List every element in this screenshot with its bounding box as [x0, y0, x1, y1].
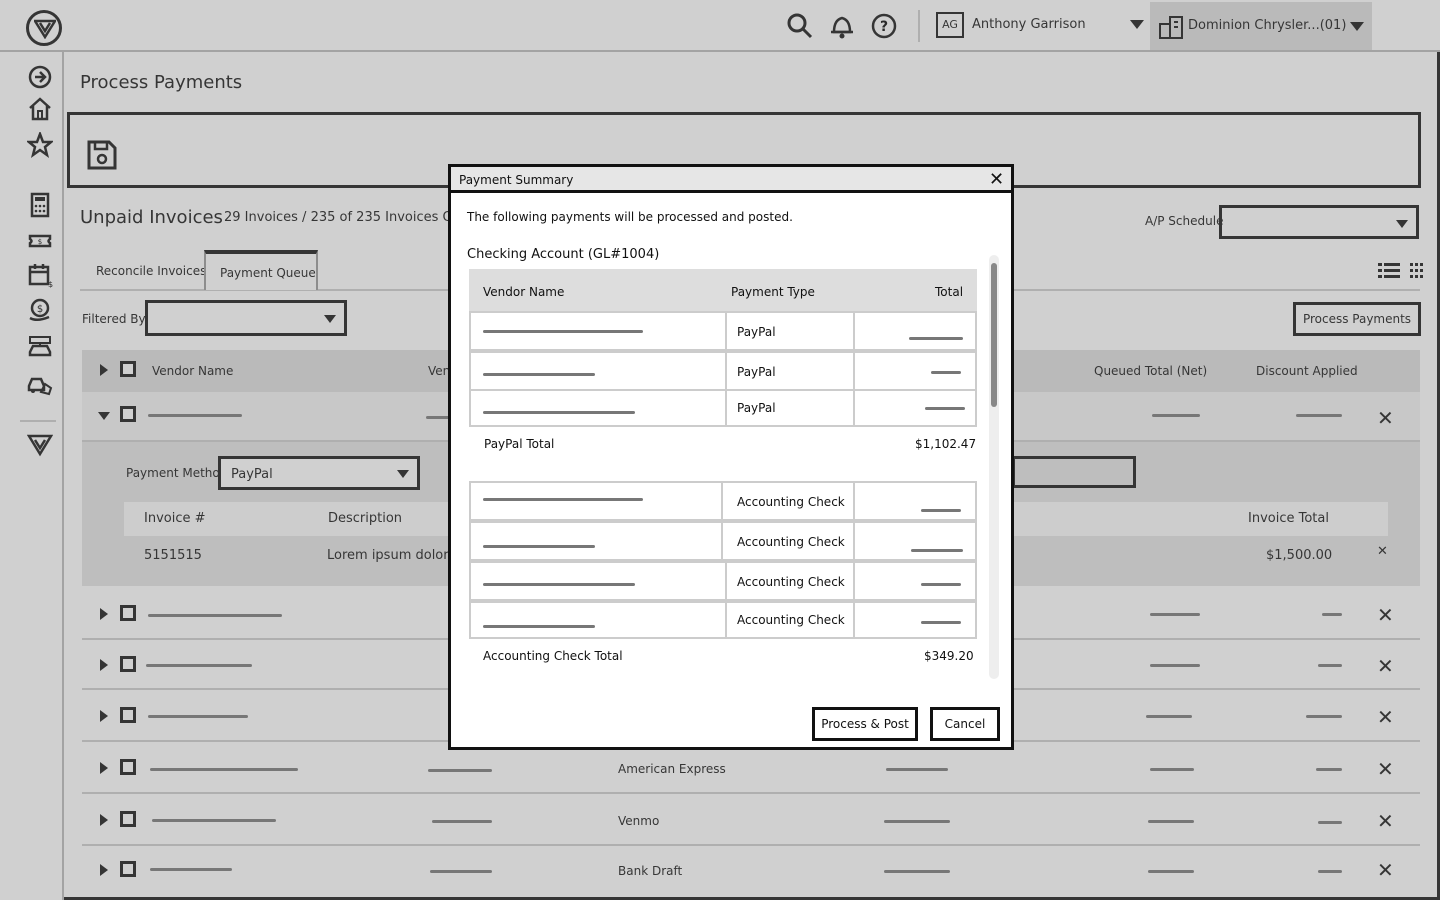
cancel-button[interactable]: Cancel — [930, 707, 1000, 741]
payment-type: Accounting Check — [737, 575, 845, 589]
payment-type: Accounting Check — [737, 535, 845, 549]
payment-row: Accounting Check — [469, 481, 977, 521]
vendor-placeholder — [483, 373, 595, 376]
accounting-check-total-label: Accounting Check Total — [483, 649, 623, 663]
scroll-thumb[interactable] — [991, 263, 997, 407]
dialog-title: Payment Summary — [459, 173, 574, 187]
payment-type: Accounting Check — [737, 613, 845, 627]
amount-placeholder — [921, 509, 961, 512]
close-icon[interactable]: ✕ — [989, 169, 1004, 190]
payment-row: Accounting Check — [469, 601, 977, 639]
vendor-placeholder — [483, 583, 635, 586]
vendor-placeholder — [483, 625, 595, 628]
payment-table-header: Vendor Name Payment Type Total — [469, 269, 977, 311]
amount-placeholder — [909, 337, 963, 340]
col-total: Total — [935, 285, 964, 299]
dialog-header: Payment Summary ✕ — [451, 167, 1011, 193]
payment-type: PayPal — [737, 325, 776, 339]
payment-type: PayPal — [737, 365, 776, 379]
payment-row: Accounting Check — [469, 561, 977, 601]
col-payment-type: Payment Type — [731, 285, 815, 299]
paypal-total-label: PayPal Total — [484, 437, 555, 451]
amount-placeholder — [921, 621, 961, 624]
payment-type: Accounting Check — [737, 495, 845, 509]
paypal-total-value: $1,102.47 — [915, 437, 977, 451]
process-and-post-button[interactable]: Process & Post — [812, 707, 918, 741]
amount-placeholder — [911, 549, 963, 552]
amount-placeholder — [931, 371, 961, 374]
vendor-placeholder — [483, 330, 643, 333]
amount-placeholder — [921, 583, 961, 586]
payment-row: Accounting Check — [469, 521, 977, 561]
vendor-placeholder — [483, 411, 635, 414]
dialog-scrollbar[interactable] — [989, 255, 999, 679]
dialog-intro: The following payments will be processed… — [467, 210, 793, 224]
accounting-check-total-value: $349.20 — [924, 649, 974, 663]
amount-placeholder — [925, 407, 965, 410]
payment-row: PayPal — [469, 351, 977, 391]
vendor-placeholder — [483, 498, 643, 501]
vendor-placeholder — [483, 545, 595, 548]
payment-type: PayPal — [737, 401, 776, 415]
payment-summary-dialog: Payment Summary ✕ The following payments… — [448, 164, 1014, 750]
payment-row: PayPal — [469, 311, 977, 351]
col-vendor-name: Vendor Name — [483, 285, 565, 299]
payment-row: PayPal — [469, 389, 977, 427]
account-title: Checking Account (GL#1004) — [467, 247, 660, 262]
